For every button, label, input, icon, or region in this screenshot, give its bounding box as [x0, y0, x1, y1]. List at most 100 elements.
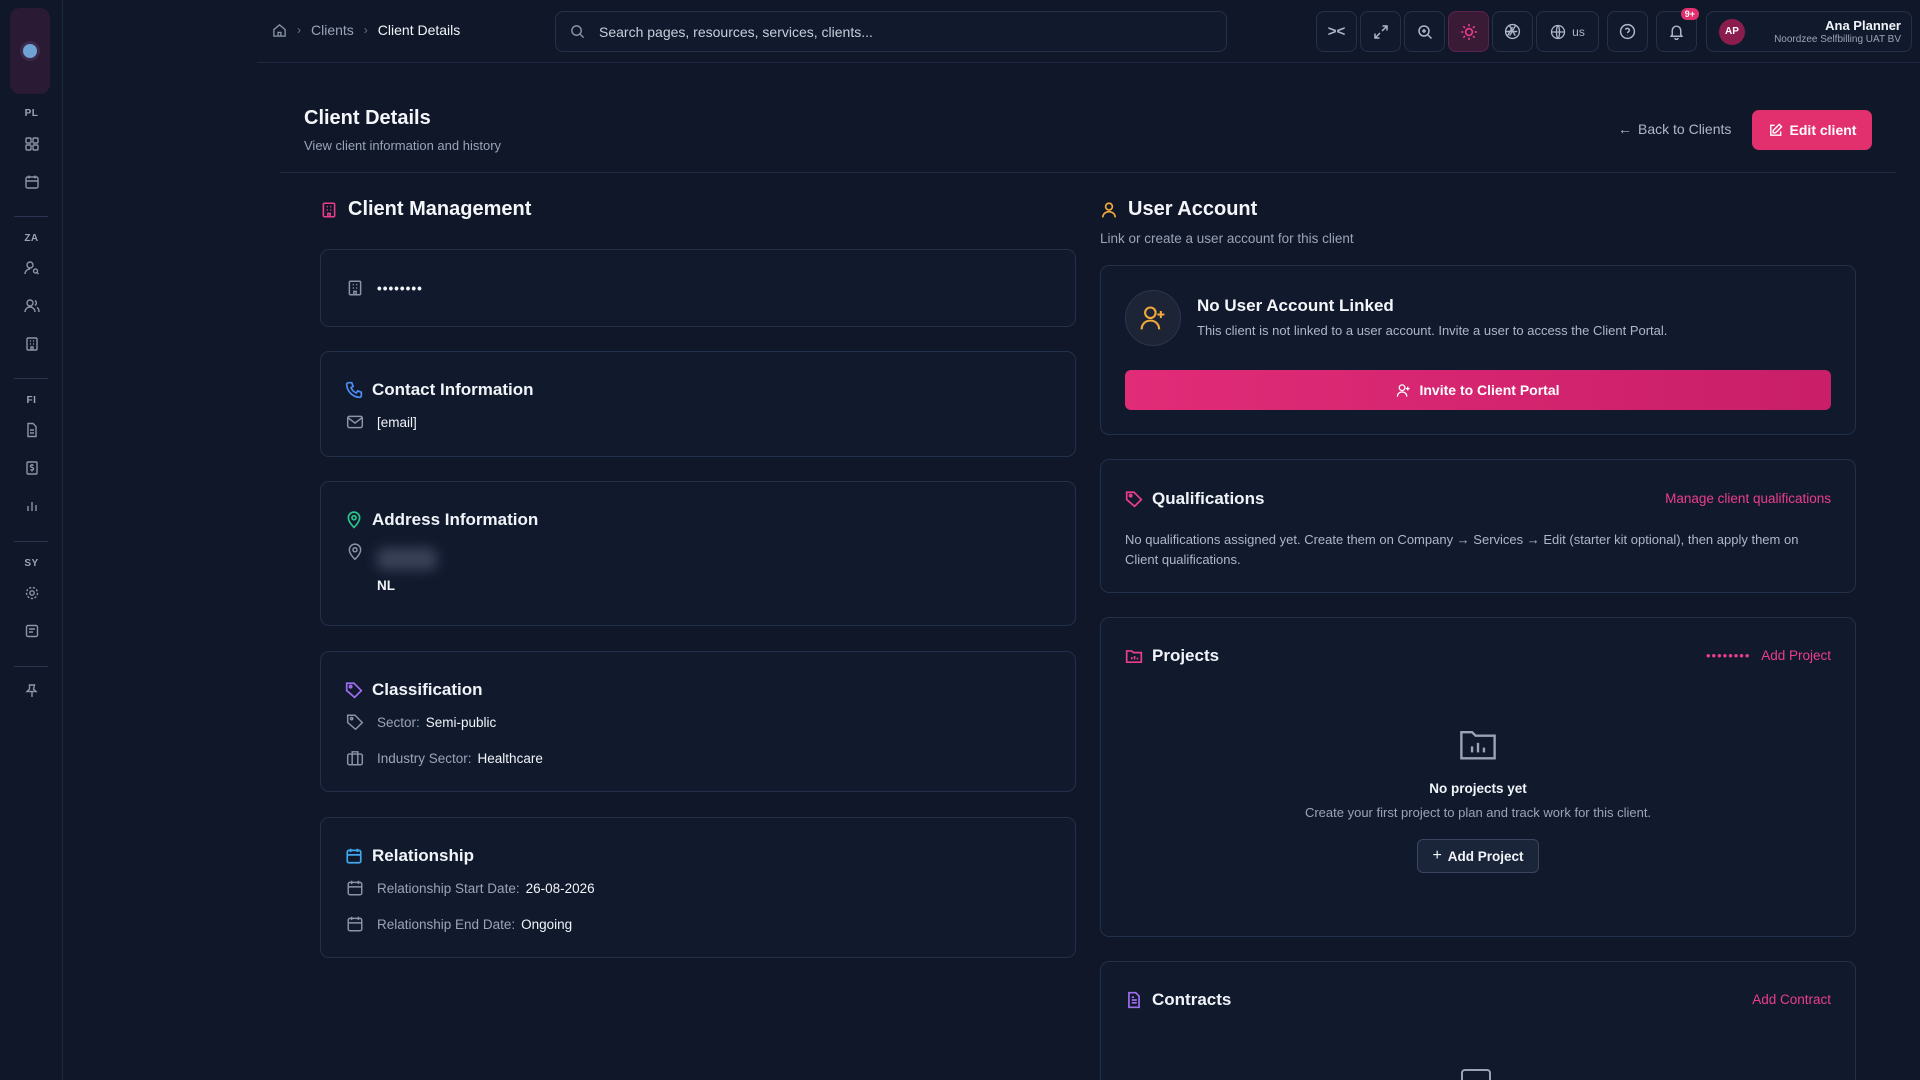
zoom-in-icon: [1417, 24, 1432, 39]
contracts-title: Contracts: [1125, 990, 1231, 1010]
aperture-button[interactable]: [1492, 11, 1533, 52]
user-plus-icon: [1397, 383, 1411, 397]
add-project-link[interactable]: Add Project: [1761, 648, 1831, 663]
language-button[interactable]: us: [1536, 11, 1599, 52]
file-text-icon: [1125, 991, 1143, 1009]
classification-card: Classification Sector: Semi-public Indus…: [320, 651, 1076, 792]
edit-icon: [1769, 122, 1783, 136]
pin-icon[interactable]: [21, 680, 43, 702]
relationship-start-label: Relationship Start Date:: [377, 880, 520, 896]
map-pin-icon: [345, 511, 363, 529]
avatar: AP: [1719, 18, 1745, 45]
sector-label: Sector:: [377, 714, 420, 730]
user-menu[interactable]: AP Ana Planner Noordzee Selfbilling UAT …: [1706, 11, 1912, 52]
rail-group-pl: PL: [24, 108, 39, 119]
card-title-label: Address Information: [372, 510, 539, 529]
chart-icon[interactable]: [21, 495, 43, 517]
calendar-icon: [345, 914, 365, 934]
manage-qualifications-link[interactable]: Manage client qualifications: [1665, 491, 1831, 506]
home-icon[interactable]: [271, 22, 287, 38]
search-placeholder: Search pages, resources, services, clien…: [599, 23, 873, 40]
tag-icon: [1125, 490, 1143, 508]
client-management-title: Client Management: [320, 198, 531, 221]
add-contract-link[interactable]: Add Contract: [1752, 992, 1831, 1007]
page-title: Client Details: [304, 107, 431, 129]
breadcrumb-clients[interactable]: Clients: [311, 22, 354, 38]
chevron-right-icon: ›: [297, 23, 301, 37]
user-account-card: No User Account Linked This client is no…: [1100, 265, 1856, 435]
user-organization: Noordzee Selfbilling UAT BV: [1774, 34, 1901, 45]
report-icon[interactable]: [21, 620, 43, 642]
invite-label: Invite to Client Portal: [1419, 382, 1560, 398]
qualifications-text: No qualifications assigned yet. Create t…: [1125, 532, 1799, 567]
side-rail: PL ZA FI SY: [0, 0, 63, 1080]
bell-icon: [1669, 25, 1684, 40]
app-logo[interactable]: [10, 8, 50, 94]
calendar-icon[interactable]: [21, 171, 43, 193]
no-projects-title: No projects yet: [1429, 781, 1527, 796]
top-bar: › Clients › Client Details Search pages,…: [257, 0, 1920, 63]
notifications-button[interactable]: 9+: [1656, 8, 1699, 52]
back-to-clients-link[interactable]: ← Back to Clients: [1618, 121, 1731, 137]
calendar-icon: [345, 847, 363, 865]
language-code: us: [1572, 24, 1585, 39]
card-title-label: Projects: [1152, 646, 1220, 665]
notification-badge: 9+: [1680, 8, 1699, 20]
breadcrumb-current: Client Details: [377, 22, 461, 38]
help-icon: [1619, 23, 1636, 40]
user-account-subtitle: Link or create a user account for this c…: [1100, 231, 1354, 246]
breadcrumb: › Clients › Client Details: [271, 22, 460, 38]
collapse-icon: ><: [1327, 23, 1346, 40]
briefcase-icon: [345, 748, 365, 768]
projects-filter-masked[interactable]: ••••••••: [1706, 648, 1750, 663]
fullscreen-button[interactable]: [1360, 11, 1401, 52]
no-projects-text: Create your first project to plan and tr…: [1304, 805, 1652, 820]
page-subtitle: View client information and history: [304, 138, 502, 153]
zoom-button[interactable]: [1404, 11, 1445, 52]
contact-email[interactable]: [email]: [377, 415, 417, 430]
users-icon[interactable]: [21, 295, 43, 317]
user-plus-icon: [1125, 290, 1181, 346]
add-project-label: Add Project: [1447, 848, 1524, 864]
building-icon[interactable]: [21, 333, 43, 355]
chevron-right-icon: ›: [363, 23, 368, 37]
building-icon: [320, 201, 338, 219]
section-label: User Account: [1128, 198, 1258, 220]
card-title-label: Qualifications: [1152, 489, 1265, 508]
relationship-end-label: Relationship End Date:: [377, 916, 516, 932]
dashboard-icon[interactable]: [21, 133, 43, 155]
document-icon[interactable]: [21, 419, 43, 441]
tag-icon: [345, 712, 365, 732]
edit-client-button[interactable]: Edit client: [1752, 110, 1872, 150]
search-input[interactable]: Search pages, resources, services, clien…: [555, 11, 1227, 52]
invoice-icon[interactable]: [21, 457, 43, 479]
divider: [280, 172, 1896, 173]
settings-icon[interactable]: [21, 582, 43, 604]
address-blurred: [377, 548, 437, 570]
industry-sector-value: Healthcare: [477, 750, 543, 766]
add-project-button[interactable]: + Add Project: [1417, 839, 1539, 873]
arrow-left-icon: ←: [1618, 121, 1632, 137]
card-title-label: Contracts: [1152, 990, 1232, 1009]
user-name: Ana Planner: [1825, 18, 1901, 33]
back-link-label: Back to Clients: [1638, 121, 1732, 137]
rail-group-fi: FI: [26, 395, 37, 406]
sector-value: Semi-public: [425, 714, 497, 730]
contact-information-title: Contact Information: [345, 380, 534, 400]
invite-client-portal-button[interactable]: Invite to Client Portal: [1125, 370, 1831, 410]
address-country: NL: [377, 578, 395, 593]
qualifications-card: Qualifications Manage client qualificati…: [1100, 459, 1856, 593]
collapse-sidebar-button[interactable]: ><: [1316, 11, 1357, 52]
rail-group-sy: SY: [24, 558, 39, 569]
client-name-masked: ••••••••: [377, 280, 423, 296]
card-title-label: Classification: [372, 680, 483, 699]
no-account-text: This client is not linked to a user acco…: [1197, 323, 1668, 338]
search-icon: [570, 24, 585, 39]
edit-client-label: Edit client: [1789, 122, 1857, 138]
tag-icon: [345, 681, 363, 699]
help-button[interactable]: [1607, 11, 1648, 52]
theme-toggle-button[interactable]: [1448, 11, 1489, 52]
rail-group-za: ZA: [24, 233, 39, 244]
user-search-icon[interactable]: [21, 257, 43, 279]
classification-title: Classification: [345, 680, 483, 700]
